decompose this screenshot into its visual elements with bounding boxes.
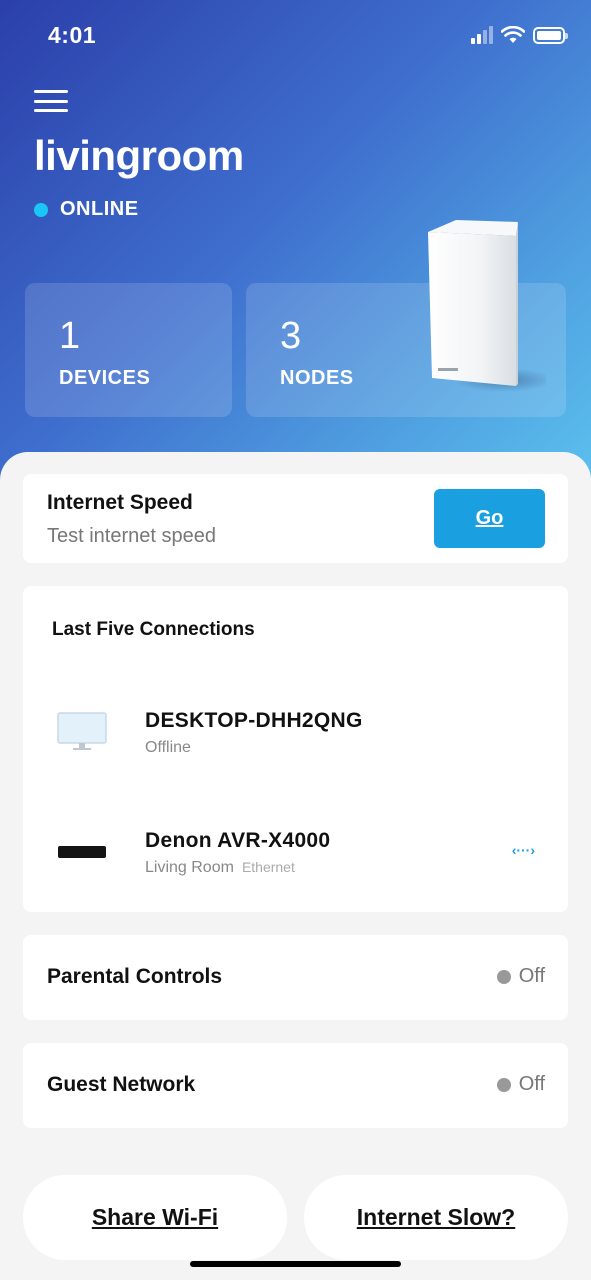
connection-type: Ethernet bbox=[241, 859, 295, 875]
network-status: ONLINE bbox=[34, 198, 139, 221]
parental-controls-title: Parental Controls bbox=[47, 965, 223, 988]
guest-network-title: Guest Network bbox=[47, 1073, 196, 1096]
internet-speed-card: Internet Speed Test internet speed Go bbox=[23, 474, 568, 563]
router-node-image bbox=[428, 220, 546, 392]
status-bar: 4:01 bbox=[0, 0, 591, 70]
internet-slow-button[interactable]: Internet Slow? bbox=[304, 1175, 568, 1260]
connection-row-desktop[interactable]: DESKTOP-DHH2QNG Offline bbox=[23, 694, 568, 774]
speed-test-go-button[interactable]: Go bbox=[434, 489, 545, 548]
home-indicator bbox=[190, 1261, 401, 1267]
parental-controls-status: Off bbox=[496, 965, 545, 988]
battery-icon bbox=[533, 26, 568, 44]
network-name: livingroom bbox=[34, 132, 244, 179]
connection-name: Denon AVR-X4000 bbox=[145, 829, 331, 852]
status-dot-icon bbox=[496, 1077, 511, 1092]
av-receiver-icon bbox=[58, 846, 106, 858]
parental-controls-state: Off bbox=[518, 965, 545, 987]
connection-status: Offline bbox=[145, 739, 191, 756]
dashboard-header: 4:01 livingroom ONLINE 1 DEVICES 3 NODES bbox=[0, 0, 591, 500]
internet-speed-title: Internet Speed bbox=[47, 491, 193, 514]
guest-network-status: Off bbox=[496, 1073, 545, 1096]
hamburger-menu-icon[interactable] bbox=[34, 88, 68, 114]
devices-card[interactable]: 1 DEVICES bbox=[25, 283, 232, 417]
guest-network-row[interactable]: Guest Network Off bbox=[23, 1043, 568, 1128]
cellular-signal-icon bbox=[471, 26, 493, 44]
network-status-label: ONLINE bbox=[60, 198, 139, 220]
devices-label: DEVICES bbox=[59, 367, 151, 389]
connection-meta: Living Room Ethernet bbox=[145, 859, 295, 877]
guest-network-state: Off bbox=[518, 1073, 545, 1095]
last-connections-card: Last Five Connections DESKTOP-DHH2QNG Of… bbox=[23, 586, 568, 912]
connection-meta: Offline bbox=[145, 739, 191, 757]
parental-controls-row[interactable]: Parental Controls Off bbox=[23, 935, 568, 1020]
ethernet-icon: ‹···› bbox=[511, 842, 535, 858]
status-dot-icon bbox=[496, 969, 511, 984]
connection-row-denon[interactable]: Denon AVR-X4000 Living Room Ethernet ‹··… bbox=[23, 814, 568, 894]
last-connections-title: Last Five Connections bbox=[52, 619, 255, 640]
internet-speed-subtitle: Test internet speed bbox=[47, 525, 216, 547]
status-time: 4:01 bbox=[48, 22, 97, 48]
status-icons bbox=[471, 24, 568, 46]
monitor-icon bbox=[57, 712, 107, 750]
share-wifi-button[interactable]: Share Wi-Fi bbox=[23, 1175, 287, 1260]
connection-name: DESKTOP-DHH2QNG bbox=[145, 709, 363, 732]
connection-location: Living Room bbox=[145, 859, 234, 876]
nodes-label: NODES bbox=[280, 367, 354, 389]
nodes-count: 3 bbox=[280, 315, 302, 357]
status-dot-icon bbox=[34, 202, 48, 217]
devices-count: 1 bbox=[59, 315, 81, 357]
wifi-icon bbox=[501, 26, 525, 43]
